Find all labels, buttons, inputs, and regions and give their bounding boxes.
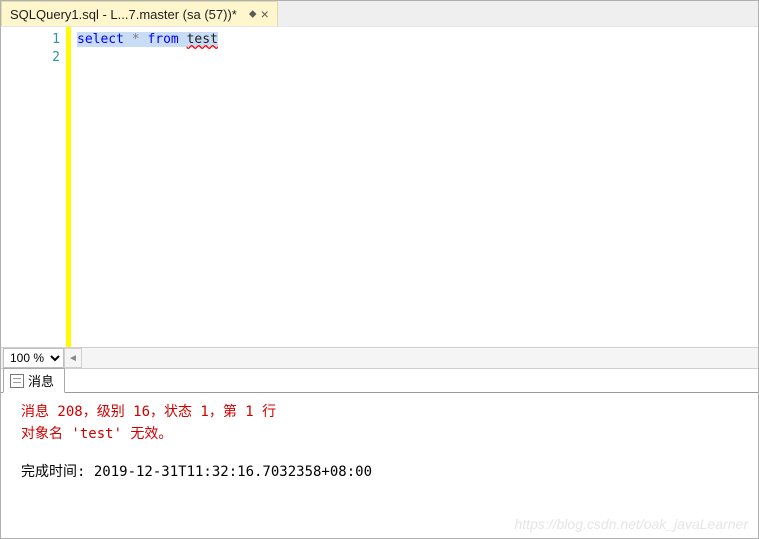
keyword-select: select [77,32,124,47]
tab-title: SQLQuery1.sql - L...7.master (sa (57))* [10,7,237,22]
messages-tab[interactable]: 消息 [3,368,65,393]
line-gutter: 1 2 [1,27,71,347]
horizontal-scrollbar[interactable] [82,348,758,368]
watermark: https://blog.csdn.net/oak_javaLearner [515,516,749,532]
pin-icon[interactable]: ⬥ [249,8,257,21]
close-icon[interactable]: × [261,6,269,22]
completion-line: 完成时间: 2019-12-31T11:32:16.7032358+08:00 [21,461,752,483]
code-content[interactable]: select * from test [73,27,758,347]
operator-star: * [124,32,147,47]
line-number: 1 [1,31,60,49]
zoom-select[interactable]: 100 % [3,348,64,368]
error-line-2: 对象名 'test' 无效。 [21,423,752,445]
keyword-from: from [147,32,178,47]
scroll-left-icon[interactable]: ◄ [64,348,82,368]
line-number: 2 [1,49,60,67]
results-tab-bar: 消息 [1,369,758,393]
messages-icon [10,374,24,388]
sql-editor[interactable]: 1 2 select * from test [1,27,758,347]
messages-tab-label: 消息 [28,371,54,390]
error-line-1: 消息 208，级别 16，状态 1，第 1 行 [21,401,752,423]
tab-bar: SQLQuery1.sql - L...7.master (sa (57))* … [1,1,758,27]
identifier-test: test [187,32,218,47]
query-tab[interactable]: SQLQuery1.sql - L...7.master (sa (57))* … [1,1,278,26]
zoom-bar: 100 % ◄ [1,347,758,369]
